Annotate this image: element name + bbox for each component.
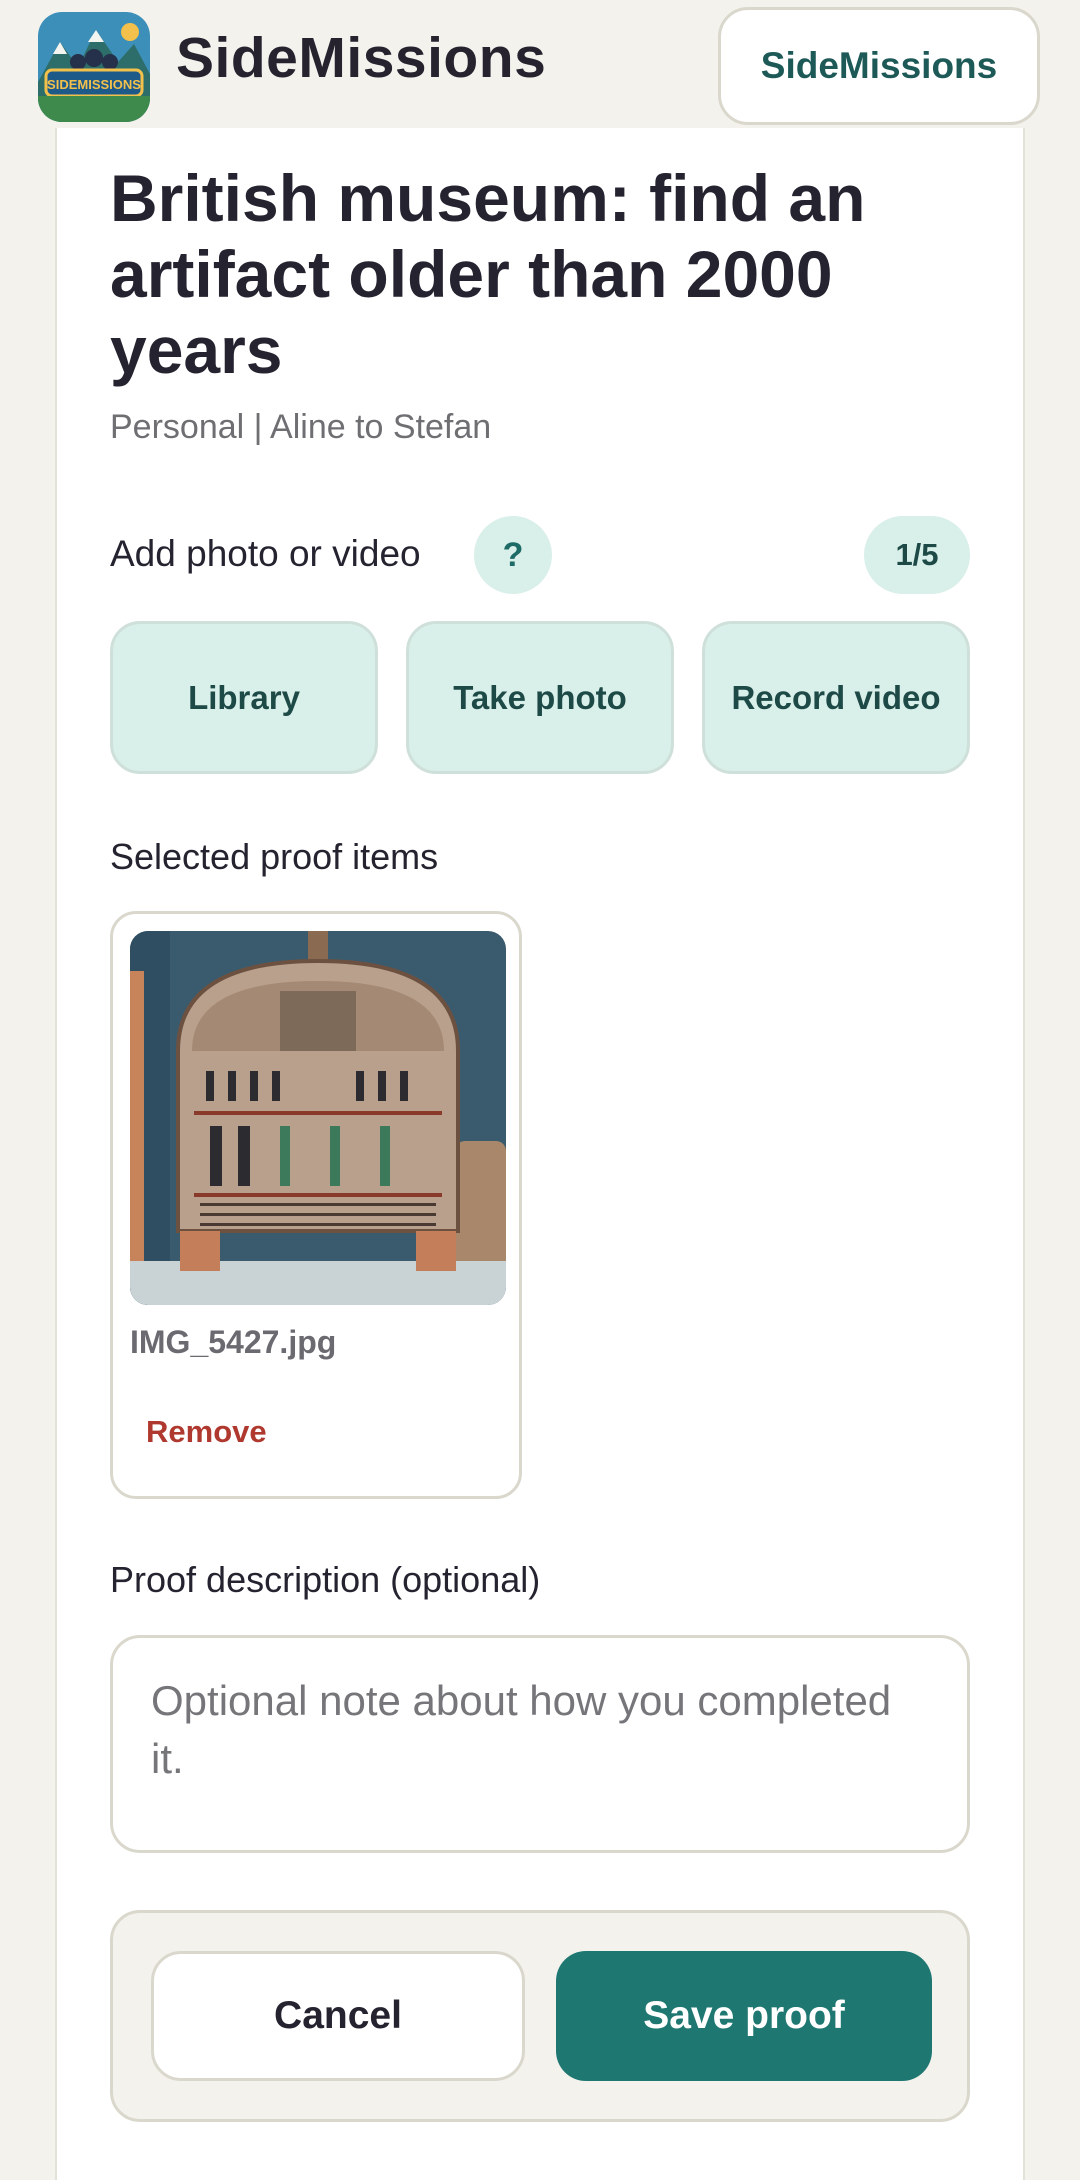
logo-text: SIDEMISSIONS bbox=[47, 77, 141, 92]
record-video-button[interactable]: Record video bbox=[702, 621, 970, 774]
mission-subtitle: Personal | Aline to Stefan bbox=[110, 408, 492, 446]
proof-item-card: IMG_5427.jpg Remove bbox=[110, 911, 522, 1499]
media-count-badge: 1/5 bbox=[864, 516, 970, 594]
app-header: SIDEMISSIONS SideMissions SideMissions bbox=[0, 0, 1080, 128]
save-proof-button[interactable]: Save proof bbox=[556, 1951, 932, 2081]
selected-proof-heading: Selected proof items bbox=[110, 836, 439, 877]
header-pill-button[interactable]: SideMissions bbox=[718, 7, 1040, 125]
library-button[interactable]: Library bbox=[110, 621, 378, 774]
cancel-button[interactable]: Cancel bbox=[151, 1951, 525, 2081]
action-bar: Cancel Save proof bbox=[110, 1910, 970, 2122]
take-photo-button[interactable]: Take photo bbox=[406, 621, 674, 774]
mission-title: British museum: find an artifact older t… bbox=[110, 161, 866, 387]
sidemissions-logo-icon[interactable]: SIDEMISSIONS bbox=[38, 12, 150, 122]
remove-button[interactable]: Remove bbox=[146, 1414, 267, 1450]
description-input[interactable] bbox=[110, 1635, 970, 1853]
add-media-label: Add photo or video bbox=[110, 533, 421, 574]
app-name: SideMissions bbox=[176, 26, 547, 90]
proof-filename: IMG_5427.jpg bbox=[130, 1324, 337, 1360]
help-button[interactable]: ? bbox=[474, 516, 552, 594]
proof-thumbnail[interactable] bbox=[130, 931, 506, 1305]
description-label: Proof description (optional) bbox=[110, 1559, 541, 1600]
